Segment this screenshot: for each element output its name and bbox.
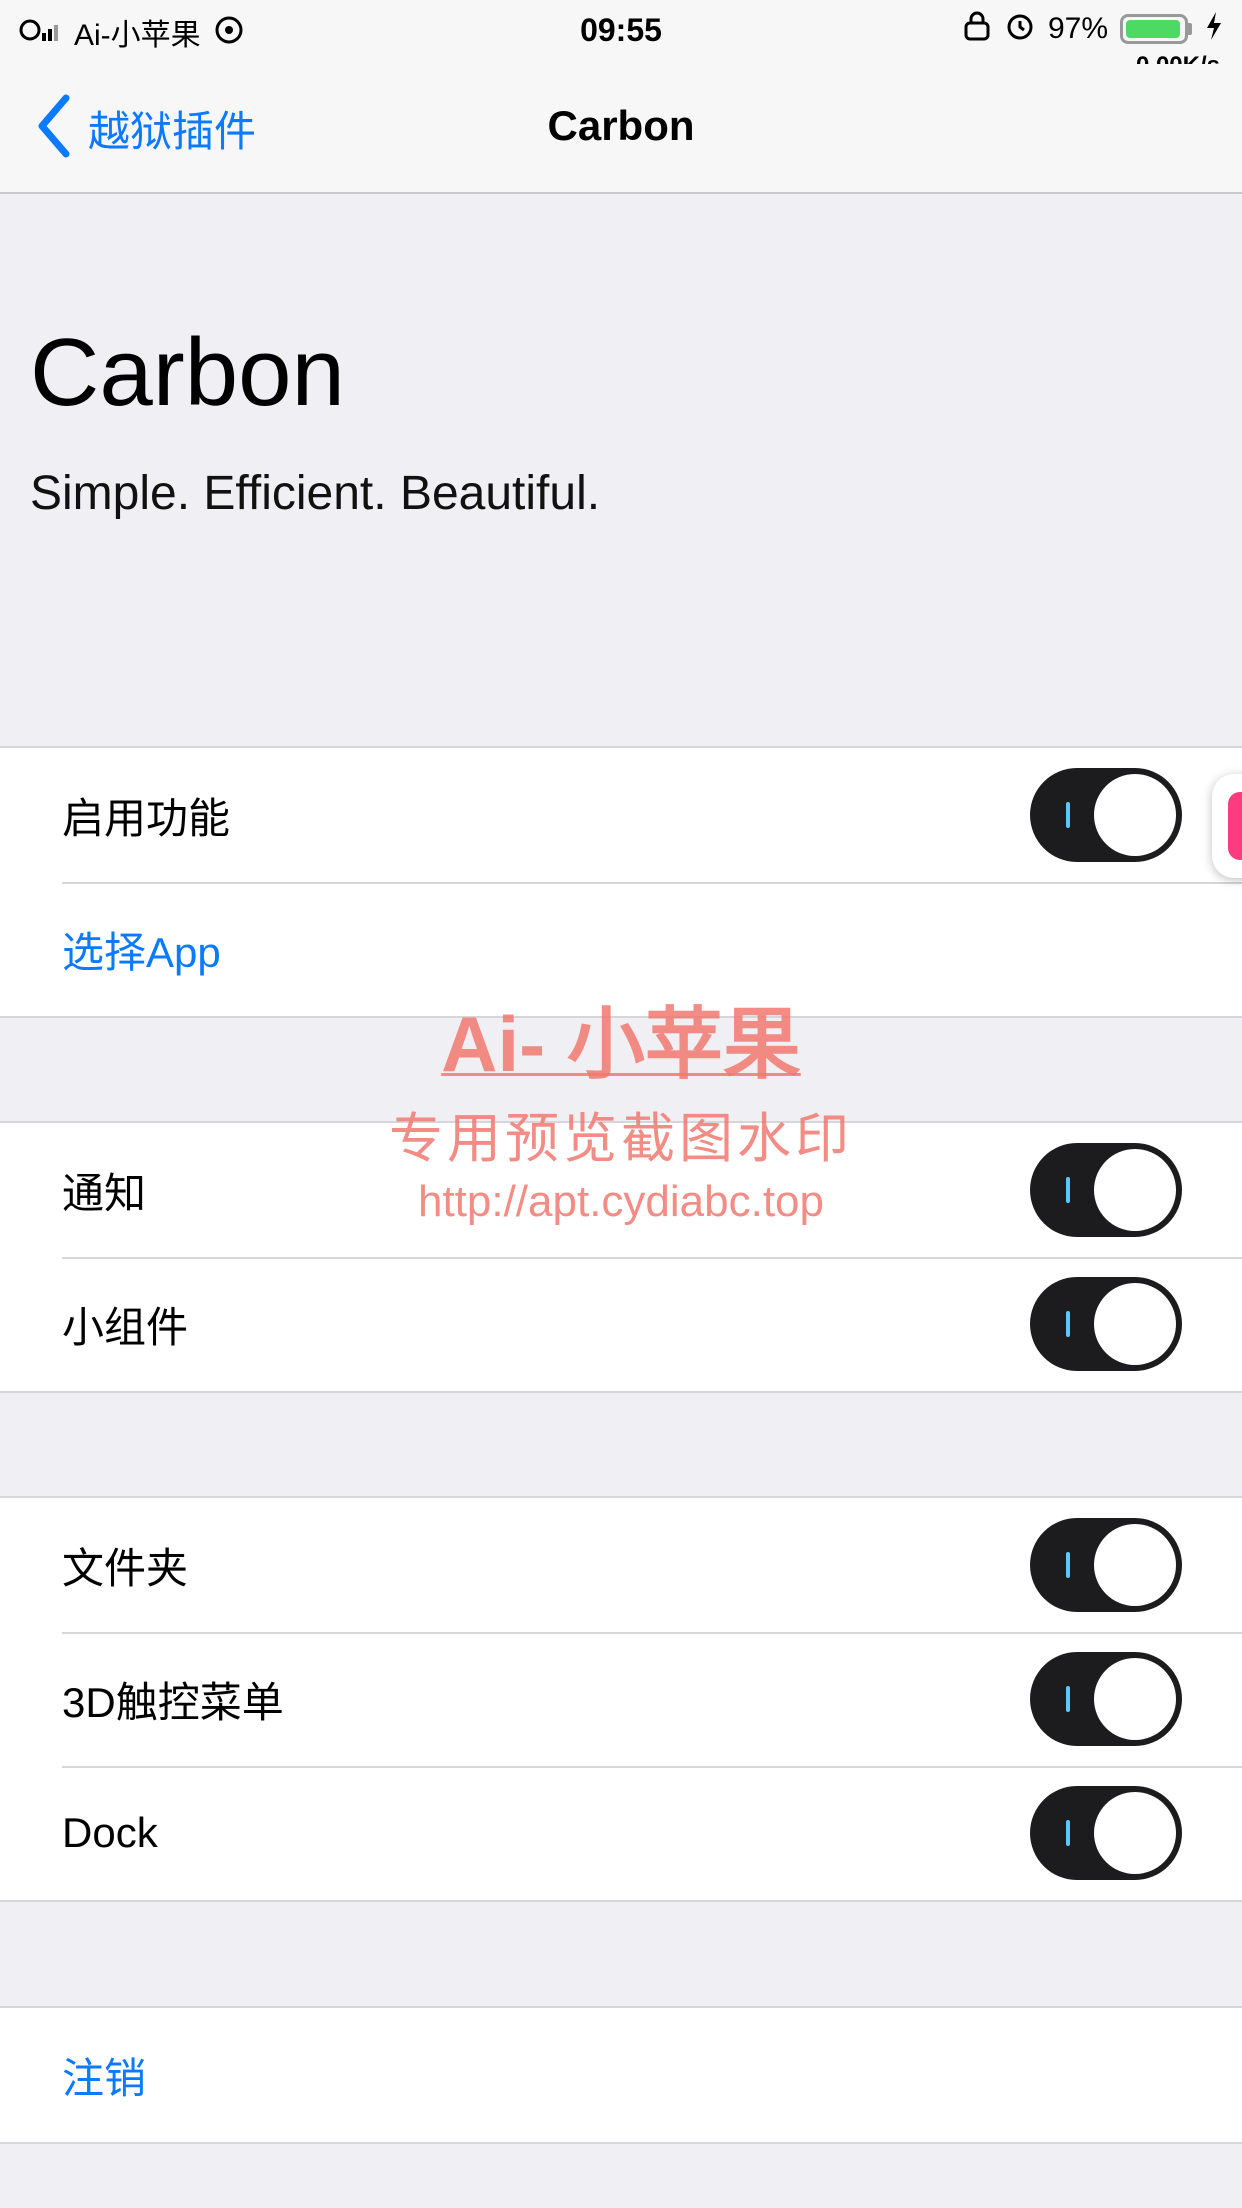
row-label: Dock [62,1809,158,1856]
charging-icon [1204,10,1224,47]
row-respring[interactable]: 注销 [0,2008,1242,2142]
row-folders: 文件夹 [0,1498,1242,1632]
row-label: 小组件 [62,1303,189,1351]
status-right: 97% [962,10,1224,47]
battery-percent: 97% [1047,11,1108,45]
group-main: 启用功能 选择App [0,746,1242,1018]
group-respring: 注销 [0,2006,1242,2144]
row-widgets: 小组件 [0,1257,1242,1391]
row-dock: Dock [0,1766,1242,1900]
page-subtitle: Simple. Efficient. Beautiful. [30,467,601,520]
navigation-bar: 越狱插件 Carbon [0,64,1242,194]
alarm-icon [1004,10,1036,47]
row-label: 文件夹 [62,1544,189,1592]
nav-title: Carbon [547,102,695,149]
lock-icon [962,10,992,47]
row-notifications: 通知 [0,1123,1242,1257]
floating-edge-button[interactable] [1212,774,1242,878]
battery-icon [1120,13,1192,44]
folders-toggle[interactable] [1030,1518,1182,1612]
row-3d-touch: 3D触控菜单 [0,1632,1242,1766]
respring-link[interactable]: 注销 [62,2045,146,2106]
widgets-toggle[interactable] [1030,1277,1182,1371]
notifications-toggle[interactable] [1030,1143,1182,1237]
row-label: 3D触控菜单 [62,1678,284,1726]
page-title: Carbon [30,319,345,426]
enable-toggle[interactable] [1030,768,1182,862]
3d-touch-toggle[interactable] [1030,1652,1182,1746]
group-springboard: 文件夹 3D触控菜单 Dock [0,1496,1242,1902]
dock-toggle[interactable] [1030,1786,1182,1880]
group-notifications: 通知 小组件 [0,1121,1242,1393]
row-label: 启用功能 [62,794,231,842]
row-select-app[interactable]: 选择App [0,882,1242,1016]
row-enable: 启用功能 [0,748,1242,882]
row-label: 通知 [62,1169,147,1217]
status-bar: Ai-小苹果 09:55 97% [0,0,1242,79]
settings-page: Ai-小苹果 09:55 97% 越狱插件 Carbon Carbon Simp… [0,0,1242,2208]
select-app-link[interactable]: 选择App [62,919,221,980]
